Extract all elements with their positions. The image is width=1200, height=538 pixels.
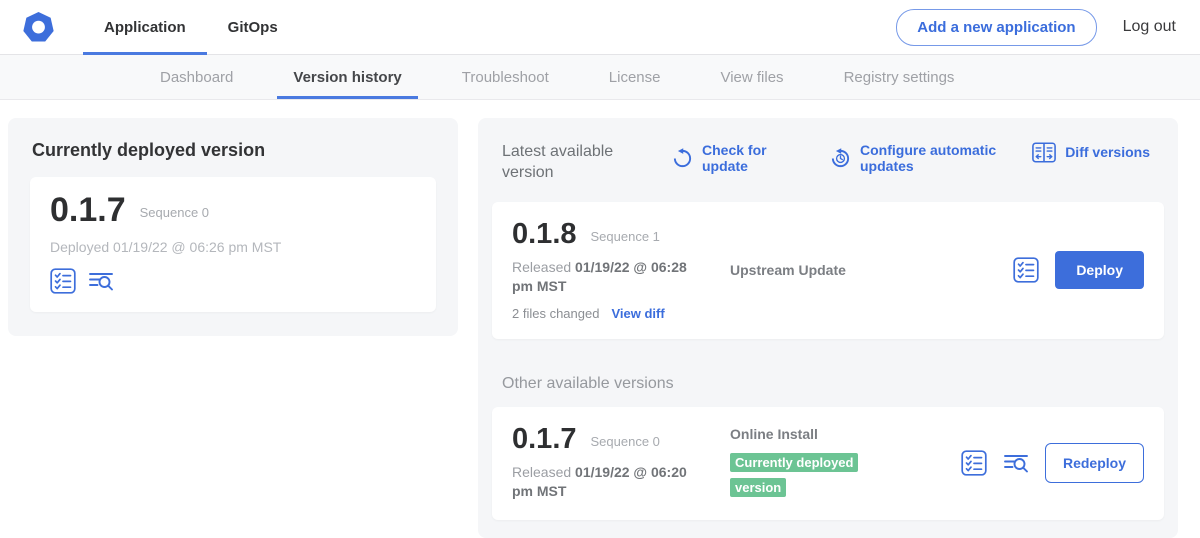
currently-deployed-badge: Currently deployed version: [730, 453, 858, 497]
currently-deployed-card: 0.1.7 Sequence 0 Deployed 01/19/22 @ 06:…: [30, 177, 436, 312]
add-new-application-button[interactable]: Add a new application: [896, 9, 1096, 46]
other-version-sequence: Sequence 0: [591, 429, 660, 449]
released-prefix: Released: [512, 259, 571, 275]
latest-version-sequence: Sequence 1: [591, 224, 660, 244]
preflight-checks-icon[interactable]: [1013, 257, 1039, 283]
check-for-update-link[interactable]: Check for update: [672, 142, 774, 174]
latest-released-timestamp: Released 01/19/22 @ 06:28 pm MST: [512, 258, 710, 297]
preflight-checks-icon[interactable]: [50, 268, 76, 294]
subnav-item-troubleshoot[interactable]: Troubleshoot: [432, 55, 579, 99]
currently-deployed-panel: Currently deployed version 0.1.7 Sequenc…: [8, 118, 458, 336]
clock-refresh-icon: [830, 148, 851, 169]
latest-available-title: Latest available version: [502, 142, 652, 184]
top-tabs: Application GitOps: [83, 0, 299, 55]
subnav-item-registry-settings[interactable]: Registry settings: [814, 55, 985, 99]
other-version-number: 0.1.7: [512, 425, 577, 454]
subnav-item-license[interactable]: License: [579, 55, 691, 99]
subnav-item-view-files[interactable]: View files: [690, 55, 813, 99]
tab-gitops[interactable]: GitOps: [207, 0, 299, 55]
logout-link[interactable]: Log out: [1123, 18, 1176, 36]
view-logs-icon[interactable]: [88, 268, 114, 294]
latest-version-header: Latest available version Check for updat…: [492, 134, 1164, 184]
diff-versions-label: Diff versions: [1065, 144, 1150, 160]
release-source-label: Upstream Update: [730, 262, 1013, 278]
app-subnav: Dashboard Version history Troubleshoot L…: [0, 55, 1200, 100]
view-diff-link[interactable]: View diff: [611, 306, 664, 321]
current-version-sequence: Sequence 0: [140, 200, 209, 220]
top-navbar: Application GitOps Add a new application…: [0, 0, 1200, 55]
tab-gitops-label: GitOps: [228, 19, 278, 36]
preflight-checks-icon[interactable]: [961, 450, 987, 476]
other-available-versions-title: Other available versions: [492, 375, 1164, 393]
split-diff-icon: [1032, 142, 1056, 163]
files-changed-label: 2 files changed: [512, 306, 599, 321]
tab-application-label: Application: [104, 19, 186, 36]
currently-deployed-title: Currently deployed version: [32, 140, 436, 161]
configure-automatic-updates-link[interactable]: Configure automatic updates: [830, 142, 1032, 174]
other-release-card: 0.1.7 Sequence 0 Released 01/19/22 @ 06:…: [492, 407, 1164, 520]
configure-automatic-updates-label: Configure automatic updates: [860, 142, 1032, 174]
released-prefix: Released: [512, 464, 571, 480]
redeploy-button[interactable]: Redeploy: [1045, 443, 1144, 483]
diff-versions-link[interactable]: Diff versions: [1032, 142, 1150, 163]
release-source-label: Online Install: [730, 426, 961, 442]
app-logo-icon[interactable]: [22, 11, 55, 44]
view-logs-icon[interactable]: [1003, 450, 1029, 476]
main-content: Currently deployed version 0.1.7 Sequenc…: [0, 100, 1200, 538]
version-history-panel: Latest available version Check for updat…: [478, 118, 1178, 538]
latest-version-number: 0.1.8: [512, 220, 577, 249]
latest-release-card: 0.1.8 Sequence 1 Released 01/19/22 @ 06:…: [492, 202, 1164, 339]
other-released-timestamp: Released 01/19/22 @ 06:20 pm MST: [512, 463, 710, 502]
deploy-button[interactable]: Deploy: [1055, 251, 1144, 289]
refresh-icon: [672, 148, 693, 169]
subnav-item-version-history[interactable]: Version history: [263, 55, 431, 99]
current-deployed-timestamp: Deployed 01/19/22 @ 06:26 pm MST: [50, 239, 416, 255]
subnav-item-dashboard[interactable]: Dashboard: [130, 55, 263, 99]
check-for-update-label: Check for update: [702, 142, 774, 174]
current-version-number: 0.1.7: [50, 193, 126, 227]
tab-application[interactable]: Application: [83, 0, 207, 55]
